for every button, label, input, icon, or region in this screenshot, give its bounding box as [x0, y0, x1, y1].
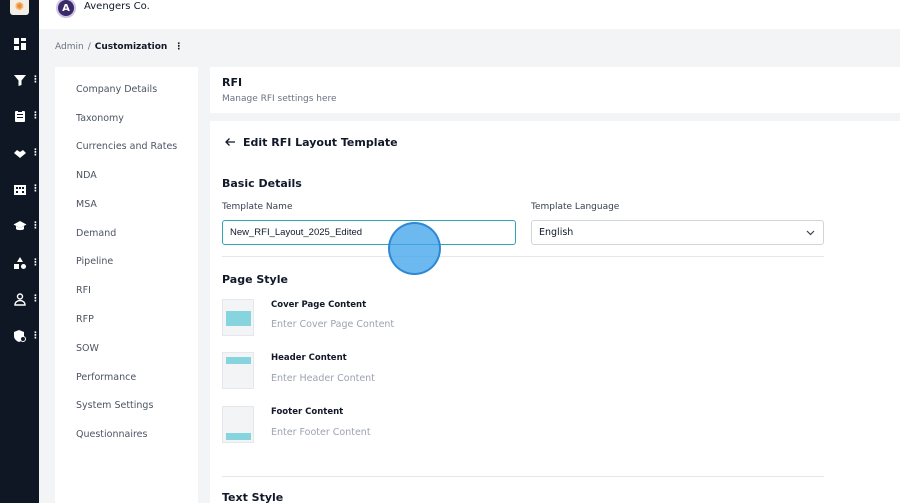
cover-page-thumbnail[interactable] [222, 299, 254, 336]
settings-nav-item-company-details[interactable]: Company Details [76, 84, 157, 95]
settings-nav-item-performance[interactable]: Performance [76, 372, 136, 383]
breadcrumb: Admin / Customization ⋮ [55, 42, 183, 52]
shapes-icon[interactable] [12, 255, 28, 271]
section-divider [222, 256, 824, 257]
graduation-menu-dots[interactable]: ⋮ [31, 221, 40, 231]
shapes-menu-dots[interactable]: ⋮ [31, 258, 40, 268]
settings-nav-item-nda[interactable]: NDA [76, 170, 97, 181]
clipboard-icon[interactable] [12, 108, 28, 124]
settings-nav-item-sow[interactable]: SOW [76, 343, 99, 354]
settings-nav-item-pipeline[interactable]: Pipeline [76, 256, 113, 267]
filter-menu-dots[interactable]: ⋮ [31, 75, 40, 85]
settings-nav-item-msa[interactable]: MSA [76, 199, 97, 210]
cover-page-label: Cover Page Content [271, 300, 367, 310]
user-menu-dots[interactable]: ⋮ [31, 294, 40, 304]
header-content-label: Header Content [271, 353, 347, 363]
template-name-input[interactable] [222, 220, 516, 245]
form-title: Edit RFI Layout Template [243, 136, 398, 149]
company-name: Avengers Co. [84, 1, 150, 12]
filter-icon[interactable] [12, 72, 28, 88]
company-logo[interactable]: A [56, 0, 76, 18]
page-style-heading: Page Style [222, 273, 288, 286]
app-rail: ✺ ⋮ ⋮ ⋮ ⋮ ⋮ ⋮ ⋮ ⋮ [0, 0, 40, 503]
page-title: RFI [222, 76, 243, 89]
template-language-value: English [539, 227, 574, 238]
breadcrumb-admin[interactable]: Admin [55, 42, 84, 52]
handshake-icon[interactable] [12, 145, 28, 161]
edit-template-card: Edit RFI Layout Template Basic Details T… [210, 121, 900, 503]
settings-nav-item-taxonomy[interactable]: Taxonomy [76, 113, 124, 124]
clipboard-menu-dots[interactable]: ⋮ [31, 111, 40, 121]
building-icon[interactable] [12, 181, 28, 197]
chevron-down-icon [806, 228, 815, 237]
page-subtitle: Manage RFI settings here [222, 94, 337, 104]
footer-content-input[interactable]: Enter Footer Content [271, 427, 371, 438]
header-content-input[interactable]: Enter Header Content [271, 373, 375, 384]
text-style-heading: Text Style [222, 491, 284, 503]
handshake-menu-dots[interactable]: ⋮ [31, 148, 40, 158]
app-logo-icon[interactable]: ✺ [10, 0, 29, 15]
settings-nav-item-demand[interactable]: Demand [76, 228, 116, 239]
breadcrumb-more-icon[interactable]: ⋮ [174, 42, 183, 52]
footer-content-label: Footer Content [271, 407, 344, 417]
settings-nav-item-rfi[interactable]: RFI [76, 285, 91, 296]
cover-page-input[interactable]: Enter Cover Page Content [271, 319, 394, 330]
settings-nav-item-questionnaires[interactable]: Questionnaires [76, 429, 147, 440]
header-thumbnail[interactable] [222, 352, 254, 389]
shield-menu-dots[interactable]: ⋮ [31, 331, 40, 341]
building-menu-dots[interactable]: ⋮ [31, 184, 40, 194]
top-bar: A Avengers Co. [39, 0, 900, 29]
footer-thumbnail[interactable] [222, 406, 254, 443]
breadcrumb-current: Customization [94, 42, 168, 52]
rfi-header-card: RFI Manage RFI settings here [210, 67, 900, 113]
shield-settings-icon[interactable] [12, 328, 28, 344]
template-language-select[interactable]: English [531, 220, 824, 245]
template-language-label: Template Language [531, 202, 620, 212]
basic-details-heading: Basic Details [222, 177, 302, 190]
settings-nav-item-rfp[interactable]: RFP [76, 314, 94, 325]
section-divider-2 [222, 476, 824, 477]
breadcrumb-separator: / [87, 42, 91, 52]
graduation-cap-icon[interactable] [12, 218, 28, 234]
settings-nav: Company Details Taxonomy Currencies and … [55, 67, 198, 503]
dashboard-icon[interactable] [12, 36, 28, 52]
template-name-label: Template Name [222, 202, 293, 212]
settings-nav-item-currencies[interactable]: Currencies and Rates [76, 141, 177, 152]
back-arrow-icon[interactable] [224, 136, 238, 150]
header-band [226, 357, 251, 364]
cover-band [226, 311, 251, 326]
settings-nav-item-system-settings[interactable]: System Settings [76, 400, 153, 411]
footer-band [226, 433, 251, 440]
user-icon[interactable] [12, 291, 28, 307]
